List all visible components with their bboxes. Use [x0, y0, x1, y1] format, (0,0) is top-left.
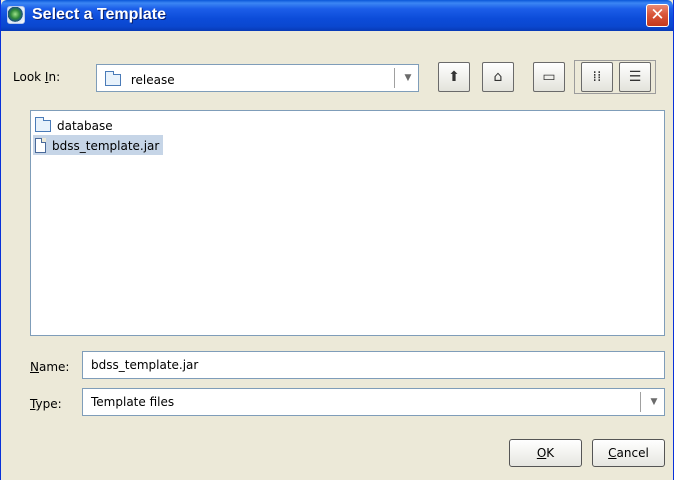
folder-icon [105, 70, 121, 86]
type-select-value: Template files [91, 395, 175, 409]
new-folder-button[interactable]: ▭ [533, 62, 565, 92]
chevron-down-icon[interactable]: ▼ [645, 389, 663, 415]
list-view-button[interactable]: ⁞⁞ [581, 62, 613, 92]
details-view-icon: ☰ [628, 69, 642, 85]
cancel-button[interactable]: Cancel [592, 439, 665, 467]
close-button[interactable]: ✕ [646, 4, 669, 27]
type-select[interactable]: Template files ▼ [82, 388, 665, 416]
folder-icon [35, 116, 51, 132]
type-label: Type: [30, 397, 62, 411]
ok-button[interactable]: OK [509, 439, 582, 467]
list-item-database[interactable]: database [33, 115, 117, 135]
up-folder-icon: ⬆ [448, 69, 460, 85]
list-view-icon: ⁞⁞ [592, 69, 602, 85]
list-item-label: database [57, 118, 113, 133]
home-icon: ⌂ [493, 69, 503, 85]
home-button[interactable]: ⌂ [482, 62, 514, 92]
look-in-combo[interactable]: release ▼ [96, 64, 419, 92]
close-icon: ✕ [650, 5, 665, 25]
look-in-label: Look In: [13, 70, 61, 84]
file-icon [35, 138, 46, 153]
name-field[interactable]: bdss_template.jar [82, 351, 665, 379]
file-list[interactable]: database bdss_template.jar [30, 110, 665, 336]
app-icon [7, 6, 25, 24]
name-label: Name: [30, 360, 70, 374]
combo-separator [640, 392, 641, 412]
title-bar[interactable]: Select a Template ✕ [1, 0, 673, 31]
list-item-label: bdss_template.jar [52, 138, 160, 153]
combo-separator [394, 68, 395, 88]
up-one-level-button[interactable]: ⬆ [438, 62, 470, 92]
details-view-button[interactable]: ☰ [619, 62, 651, 92]
chevron-down-icon[interactable]: ▼ [399, 65, 417, 91]
list-item-bdss-template-jar[interactable]: bdss_template.jar [33, 135, 164, 155]
new-folder-icon: ▭ [542, 69, 556, 85]
look-in-value: release [130, 72, 175, 87]
select-template-dialog: Select a Template ✕ Look In: release ▼ ⬆… [0, 0, 674, 480]
window-title: Select a Template [32, 6, 166, 23]
